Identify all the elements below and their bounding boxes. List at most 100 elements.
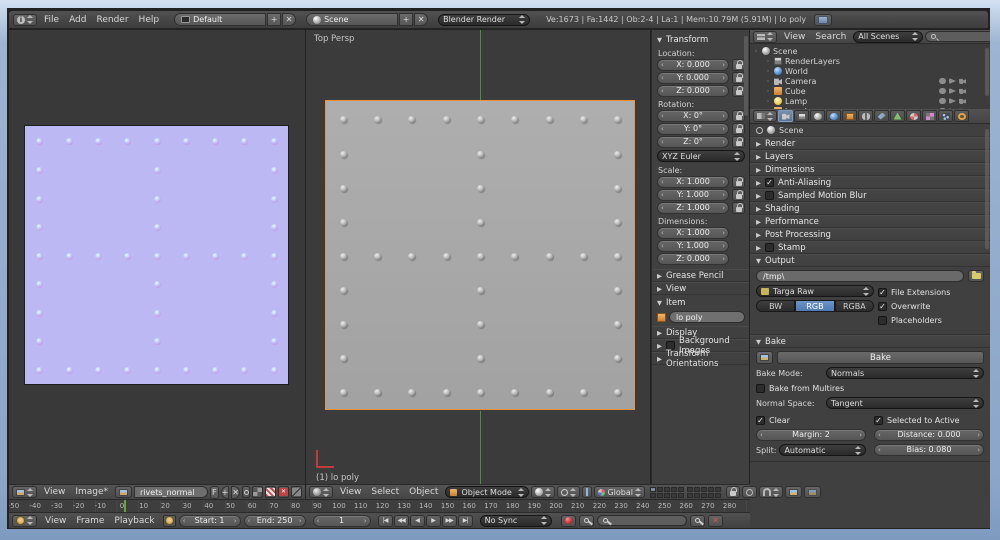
- pin-icon[interactable]: [756, 127, 763, 134]
- panel-dimensions[interactable]: ▶Dimensions: [750, 163, 990, 176]
- transform-field[interactable]: ‹Z: 0.000›: [657, 253, 729, 265]
- distance-slider[interactable]: ‹Distance: 0.000›: [874, 429, 984, 441]
- panel-render[interactable]: ▶Render: [750, 137, 990, 150]
- transform-field[interactable]: ‹Z: 0.000›: [657, 85, 729, 97]
- disclosure-icon[interactable]: ◦: [765, 68, 771, 75]
- proportional-edit-toggle[interactable]: [742, 486, 757, 498]
- panel-shading[interactable]: ▶Shading: [750, 202, 990, 215]
- frame-start-field[interactable]: ‹Start: 1›: [179, 515, 241, 527]
- selected-plane-object[interactable]: [325, 100, 635, 410]
- menu-object[interactable]: Object: [404, 487, 443, 497]
- layer-cell[interactable]: [687, 493, 693, 498]
- menu-select[interactable]: Select: [366, 487, 404, 497]
- disclosure-icon[interactable]: ◦: [765, 98, 771, 105]
- tab-world[interactable]: [826, 110, 841, 122]
- frame-end-field[interactable]: ‹End: 250›: [244, 515, 306, 527]
- browse-folder-button[interactable]: [968, 270, 984, 282]
- viewport-shading-selector[interactable]: [531, 486, 555, 498]
- editor-type-selector[interactable]: [12, 515, 37, 527]
- panel-stamp[interactable]: ▶Stamp: [750, 241, 990, 254]
- play-reverse-button[interactable]: ◀: [410, 515, 425, 527]
- preview-range-toggle[interactable]: [163, 515, 176, 527]
- transform-field[interactable]: ‹Y: 0.000›: [657, 72, 729, 84]
- outliner-item-renderlayers[interactable]: ◦RenderLayers: [753, 56, 988, 66]
- layer-cell[interactable]: [687, 487, 693, 492]
- manipulator-toggle[interactable]: [582, 486, 592, 498]
- new-image-button[interactable]: +: [221, 486, 230, 499]
- object-name-field[interactable]: lo poly: [669, 311, 745, 323]
- menu-render[interactable]: Render: [92, 15, 134, 25]
- layer-cell[interactable]: [701, 487, 707, 492]
- opengl-render-anim-button[interactable]: [804, 486, 821, 498]
- layer-cell[interactable]: [701, 493, 707, 498]
- file-format-selector[interactable]: Targa Raw: [756, 285, 874, 297]
- renderability-icon[interactable]: [959, 78, 966, 84]
- output-path-field[interactable]: /tmp\: [756, 270, 964, 282]
- add-scene-button[interactable]: +: [399, 13, 413, 26]
- scene-selector[interactable]: Scene: [306, 13, 398, 26]
- menu-image[interactable]: Image*: [70, 487, 113, 497]
- add-layout-button[interactable]: +: [267, 13, 281, 26]
- disclosure-icon[interactable]: ◦: [765, 58, 771, 65]
- menu-view[interactable]: View: [40, 516, 71, 526]
- panel-grease-pencil[interactable]: ▶Grease Pencil: [652, 269, 749, 282]
- menu-frame[interactable]: Frame: [71, 516, 109, 526]
- layer-cell[interactable]: [657, 493, 663, 498]
- mode-selector[interactable]: Object Mode: [445, 486, 529, 498]
- tab-particles[interactable]: [938, 110, 953, 122]
- bake-mode-selector[interactable]: Normals: [826, 367, 984, 379]
- transform-field[interactable]: ‹Y: 1.000›: [657, 189, 729, 201]
- next-keyframe-button[interactable]: ▶▶: [442, 515, 457, 527]
- transform-panel-header[interactable]: ▼Transform: [657, 33, 745, 46]
- layer-cell[interactable]: [671, 487, 677, 492]
- outliner-item-camera[interactable]: ◦Camera: [753, 76, 988, 86]
- transform-field[interactable]: ‹Y: 0°›: [657, 123, 729, 135]
- snap-toggle[interactable]: [759, 486, 783, 498]
- orientation-selector[interactable]: Global: [594, 486, 645, 498]
- file-extensions-checkbox[interactable]: [878, 288, 887, 297]
- panel-checkbox[interactable]: [765, 191, 774, 200]
- visibility-icon[interactable]: [939, 98, 946, 104]
- opengl-render-button[interactable]: [785, 486, 802, 498]
- layer-cell[interactable]: [657, 487, 663, 492]
- outliner-item-scene[interactable]: ◦Scene: [753, 46, 988, 56]
- current-frame-field[interactable]: ‹1›: [313, 515, 371, 527]
- tab-texture[interactable]: [922, 110, 937, 122]
- jump-to-start-button[interactable]: |◀: [378, 515, 393, 527]
- tab-constraints[interactable]: [858, 110, 873, 122]
- bake-from-multires-checkbox[interactable]: [756, 384, 765, 393]
- viewport-3d[interactable]: Top Persp (1) lo poly: [306, 30, 650, 484]
- keying-set-field[interactable]: [597, 515, 687, 526]
- lock-icon[interactable]: [732, 202, 745, 214]
- current-frame-marker[interactable]: [124, 500, 126, 512]
- panel-checkbox[interactable]: [765, 178, 774, 187]
- draw-channels-toggle[interactable]: [265, 486, 276, 498]
- outliner-filter-selector[interactable]: All Scenes: [853, 31, 923, 43]
- clear-checkbox[interactable]: [756, 416, 765, 425]
- outliner-item-cube[interactable]: ◦Cube: [753, 86, 988, 96]
- transform-field[interactable]: ‹X: 0.000›: [657, 59, 729, 71]
- pin-toggle[interactable]: [242, 486, 250, 498]
- bake-button[interactable]: Bake: [777, 351, 984, 364]
- renderability-icon[interactable]: [959, 98, 966, 104]
- lock-icon[interactable]: [732, 123, 745, 135]
- lock-camera-toggle[interactable]: [726, 486, 740, 498]
- panel-view[interactable]: ▶View: [652, 282, 749, 295]
- layer-cell[interactable]: [678, 487, 684, 492]
- editor-type-selector[interactable]: [309, 486, 333, 498]
- panel-sampled-motion-blur[interactable]: ▶Sampled Motion Blur: [750, 189, 990, 202]
- panel-checkbox[interactable]: [765, 243, 774, 252]
- outliner-search-input[interactable]: [925, 31, 990, 42]
- tab-object[interactable]: [842, 110, 857, 122]
- delete-scene-button[interactable]: ✕: [414, 13, 428, 26]
- visibility-icon[interactable]: [939, 78, 946, 84]
- channel-bw[interactable]: BW: [756, 300, 795, 312]
- margin-slider[interactable]: ‹Margin: 2›: [756, 429, 866, 441]
- panel-layers[interactable]: ▶Layers: [750, 150, 990, 163]
- disclosure-icon[interactable]: ◦: [765, 88, 771, 95]
- prev-keyframe-button[interactable]: ◀◀: [394, 515, 409, 527]
- insert-keyframe-button[interactable]: [690, 515, 705, 527]
- properties-scrollbar[interactable]: [985, 129, 989, 249]
- delete-keyframe-button[interactable]: ✕: [708, 515, 723, 527]
- uv-image-editor[interactable]: [9, 30, 305, 484]
